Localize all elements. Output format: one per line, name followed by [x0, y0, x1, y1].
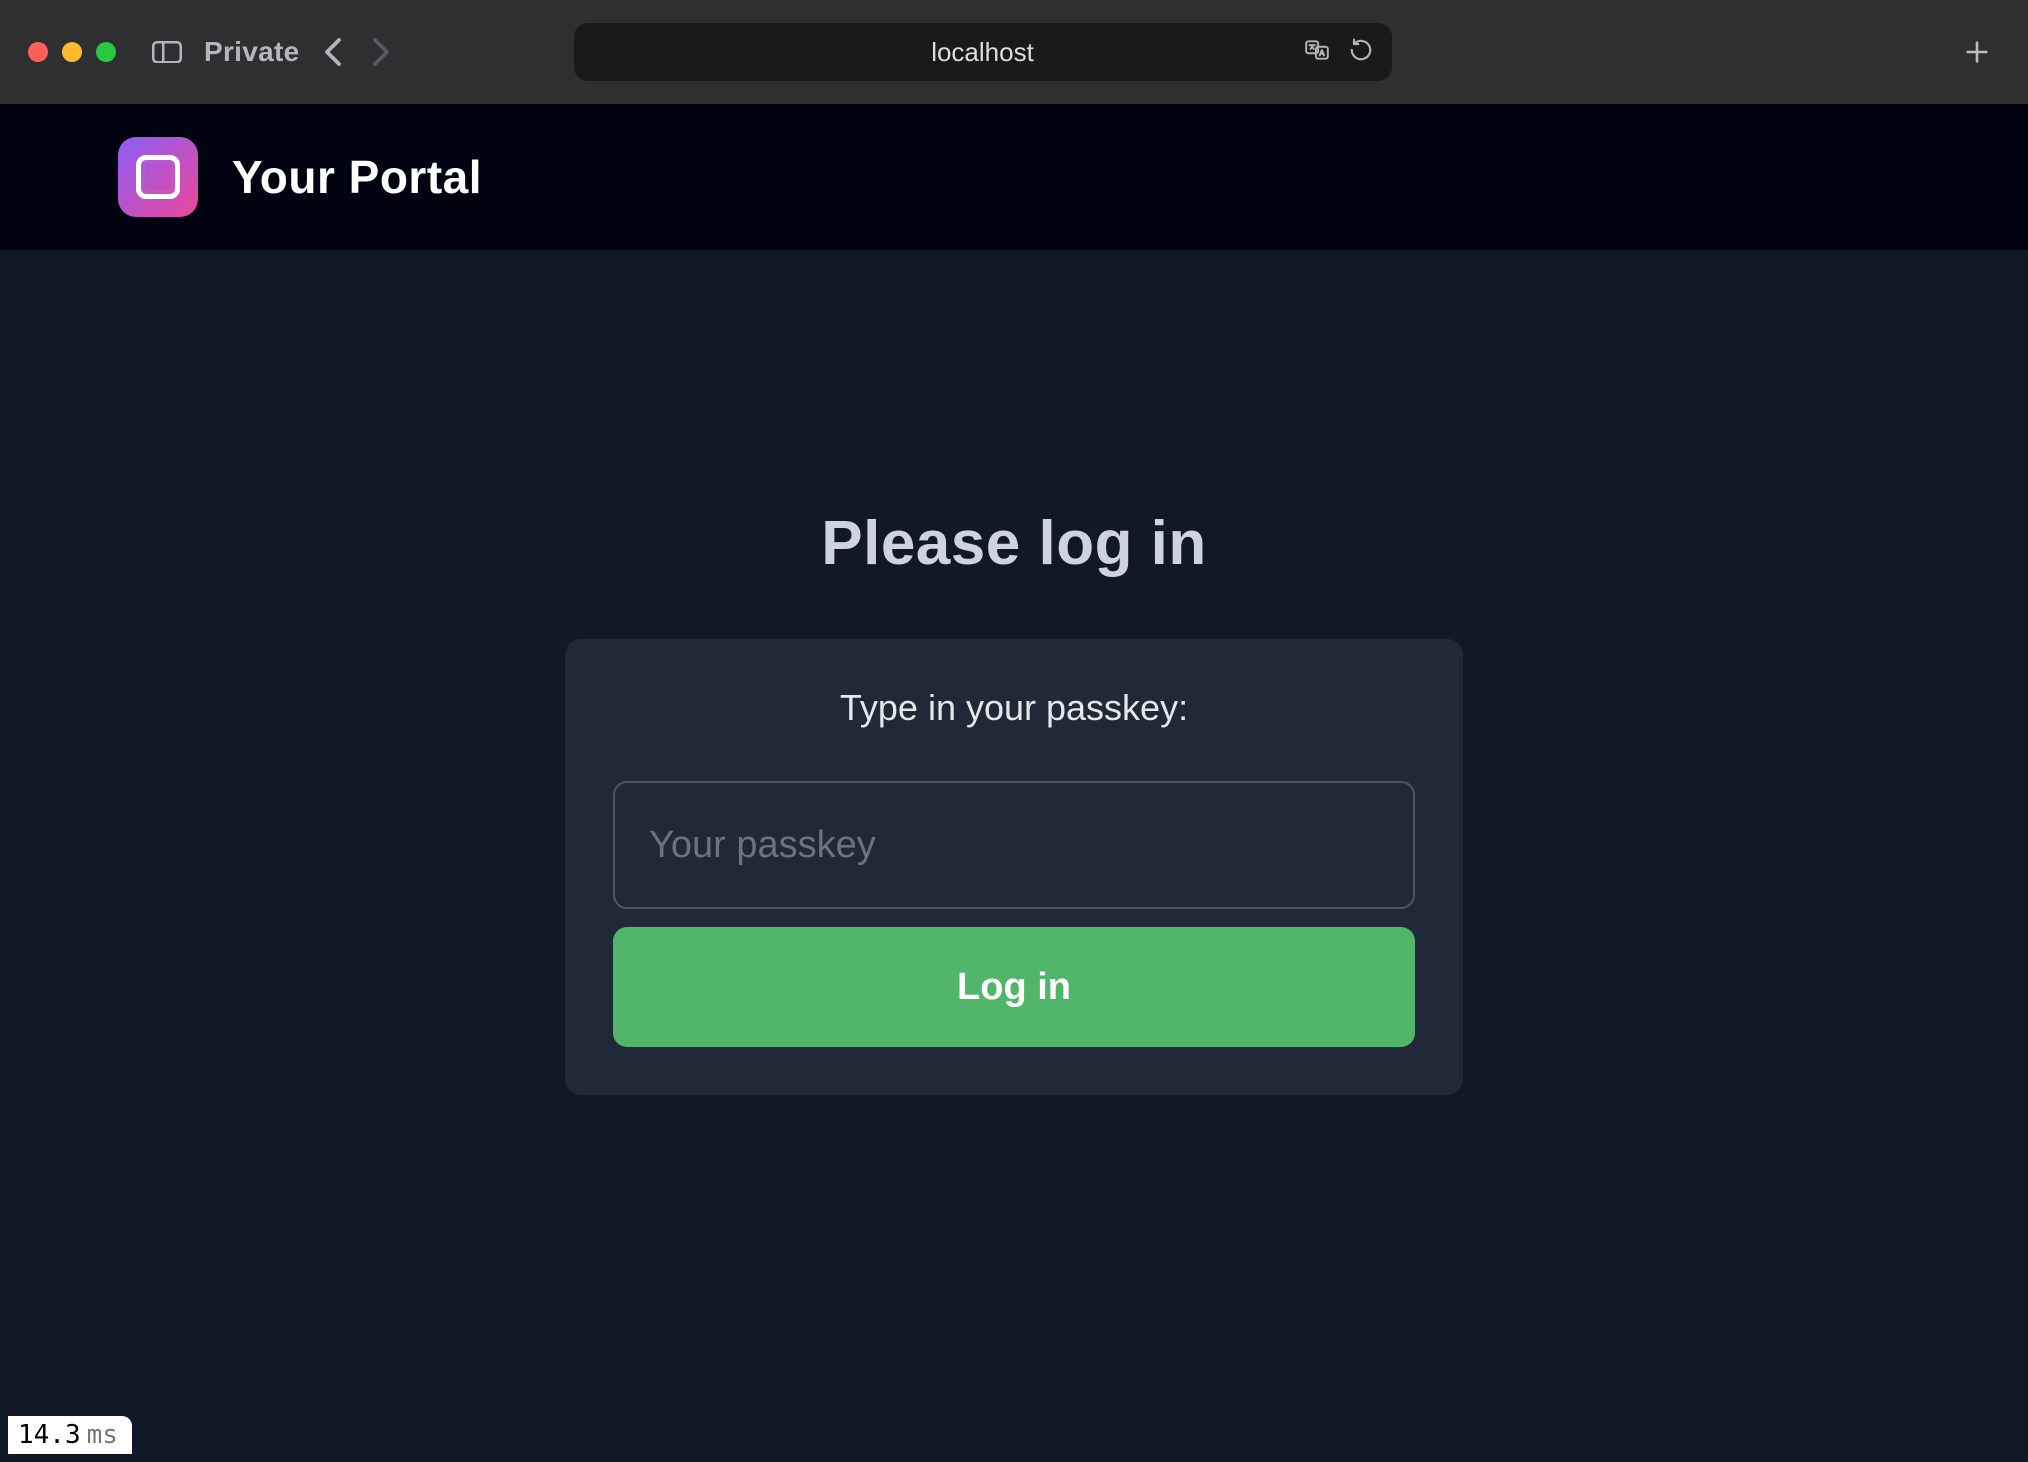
new-tab-button[interactable] [1954, 29, 2000, 75]
window-controls [28, 42, 116, 62]
address-bar-actions [1304, 23, 1374, 81]
login-card: Type in your passkey: Log in [565, 639, 1463, 1095]
translate-icon[interactable] [1304, 37, 1330, 68]
nav-forward-button[interactable] [366, 37, 396, 67]
timing-value: 14.3 [18, 1420, 81, 1450]
private-mode-label: Private [204, 36, 300, 68]
timing-badge: 14.3ms [8, 1416, 132, 1454]
app-header: Your Portal [0, 104, 2028, 250]
address-bar-text: localhost [931, 37, 1034, 68]
passkey-input[interactable] [613, 781, 1415, 909]
page-title: Please log in [821, 508, 1207, 579]
app-title: Your Portal [232, 150, 482, 204]
app-logo[interactable] [118, 137, 198, 217]
window-maximize-button[interactable] [96, 42, 116, 62]
app-logo-icon [136, 155, 180, 199]
main-content: Please log in Type in your passkey: Log … [0, 250, 2028, 1462]
timing-unit: ms [87, 1420, 118, 1450]
nav-back-button[interactable] [318, 37, 348, 67]
address-bar[interactable]: localhost [574, 23, 1392, 81]
login-button[interactable]: Log in [613, 927, 1415, 1047]
sidebar-toggle-icon[interactable] [152, 40, 182, 64]
browser-toolbar: Private localhost [0, 0, 2028, 104]
window-minimize-button[interactable] [62, 42, 82, 62]
window-close-button[interactable] [28, 42, 48, 62]
login-prompt: Type in your passkey: [613, 687, 1415, 729]
reload-icon[interactable] [1348, 37, 1374, 68]
